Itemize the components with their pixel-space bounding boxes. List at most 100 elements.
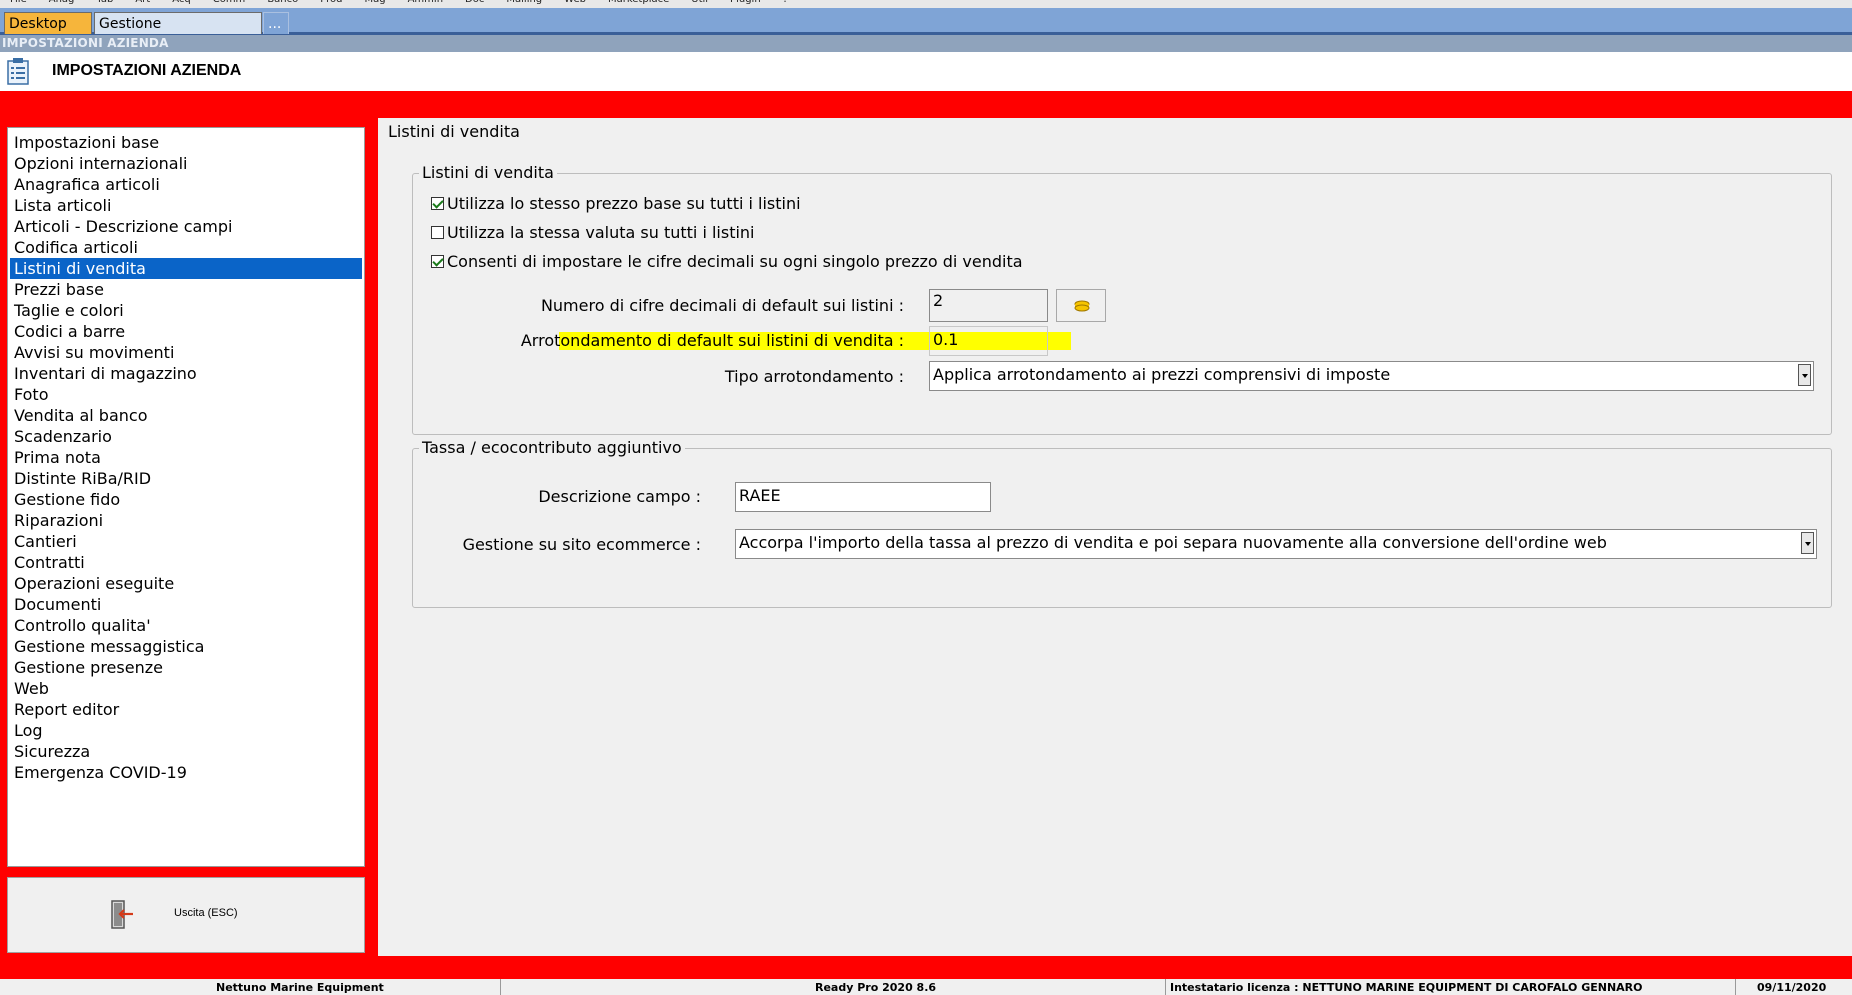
page-title: IMPOSTAZIONI AZIENDA [52,62,242,79]
field-description-label: Descrizione campo : [538,487,701,506]
sidebar-item[interactable]: Scadenzario [10,426,362,447]
status-date: 09/11/2020 [1757,981,1827,994]
exit-door-icon [111,900,133,929]
menu-item[interactable]: Marketplace [608,0,669,5]
sidebar-item[interactable]: Gestione presenze [10,657,362,678]
sidebar-item[interactable]: Avvisi su movimenti [10,342,362,363]
chevron-down-icon[interactable] [1801,532,1814,554]
status-divider [1735,979,1736,995]
default-rounding-field[interactable]: 0.1 [929,326,1048,356]
tab-more[interactable]: ... [263,12,289,34]
sidebar-item[interactable]: Opzioni internazionali [10,153,362,174]
ecommerce-handling-select[interactable]: Accorpa l'importo della tassa al prezzo … [735,529,1817,559]
status-company: Nettuno Marine Equipment [216,981,384,994]
panel-title: Listini di vendita [388,122,520,141]
rounding-type-label: Tipo arrotondamento : [724,367,904,386]
rounding-type-value: Applica arrotondamento ai prezzi compren… [933,365,1391,384]
sidebar-item[interactable]: Emergenza COVID-19 [10,762,362,783]
menu-item[interactable]: Util [691,0,708,5]
chevron-down-icon[interactable] [1798,364,1811,386]
status-divider [500,979,501,995]
decimal-per-price-label: Consenti di impostare le cifre decimali … [447,252,1023,271]
menu-item[interactable]: Art [135,0,150,5]
sidebar-item[interactable]: Anagrafica articoli [10,174,362,195]
sidebar-item[interactable]: Taglie e colori [10,300,362,321]
sidebar-item[interactable]: Impostazioni base [10,132,362,153]
window-caption: IMPOSTAZIONI AZIENDA [0,35,1852,52]
tab-desktop[interactable]: Desktop (2) [4,12,92,54]
checkbox-row-decimal-per-price[interactable]: Consenti di impostare le cifre decimali … [431,251,1023,273]
menu-item[interactable]: Tab [96,0,113,5]
field-description-input[interactable]: RAEE [735,482,991,512]
exit-button-label: Uscita (ESC) [174,907,238,919]
groupbox-tassa: Tassa / ecocontributo aggiuntivo Descriz… [412,437,1832,608]
menu-item[interactable]: File [10,0,27,5]
settings-clipboard-icon [7,58,29,85]
settings-panel: Listini di vendita Listini di vendita Ut… [378,118,1852,956]
menu-item[interactable]: Ammin [408,0,443,5]
sidebar-item[interactable]: Lista articoli [10,195,362,216]
coins-icon [1074,300,1090,312]
default-rounding-label: Arrotondamento di default sui listini di… [520,331,904,350]
menu-item[interactable]: Acq [172,0,191,5]
ecommerce-handling-value: Accorpa l'importo della tassa al prezzo … [739,533,1607,552]
sidebar-item[interactable]: Sicurezza [10,741,362,762]
sidebar-item[interactable]: Distinte RiBa/RID [10,468,362,489]
groupbox-listini-legend: Listini di vendita [419,162,557,184]
sidebar-item[interactable]: Gestione messaggistica [10,636,362,657]
edit-decimals-button[interactable] [1056,289,1106,322]
sidebar-item[interactable]: Log [10,720,362,741]
checkbox-row-same-base-price[interactable]: Utilizza lo stesso prezzo base su tutti … [431,193,801,215]
status-bar: Nettuno Marine Equipment Ready Pro 2020 … [0,979,1852,995]
sidebar-item[interactable]: Riparazioni [10,510,362,531]
sidebar-item[interactable]: Documenti [10,594,362,615]
sidebar-item[interactable]: Controllo qualita' [10,615,362,636]
sidebar-item[interactable]: Foto [10,384,362,405]
checkbox-row-same-currency[interactable]: Utilizza la stessa valuta su tutti i lis… [431,222,755,244]
groupbox-tassa-legend: Tassa / ecocontributo aggiuntivo [419,437,685,459]
sidebar-item[interactable]: Vendita al banco [10,405,362,426]
menu-item[interactable]: ? [783,0,788,5]
menu-item[interactable]: Web [564,0,586,5]
menu-item[interactable]: Banco [267,0,298,5]
decimal-per-price-checkbox[interactable] [431,255,444,268]
sidebar-item[interactable]: Contratti [10,552,362,573]
groupbox-listini: Listini di vendita Utilizza lo stesso pr… [412,162,1832,435]
same-currency-label: Utilizza la stessa valuta su tutti i lis… [447,223,755,242]
status-product: Ready Pro 2020 8.6 [815,981,937,994]
same-currency-checkbox[interactable] [431,226,444,239]
settings-category-list[interactable]: Impostazioni base Opzioni internazionali A… [7,127,365,867]
sidebar-item[interactable]: Prezzi base [10,279,362,300]
menu-item[interactable]: Anag [49,0,75,5]
sidebar-item[interactable]: Report editor [10,699,362,720]
sidebar-item[interactable]: Codici a barre [10,321,362,342]
status-divider [1165,979,1166,995]
menu-item[interactable]: Plugin [730,0,761,5]
sidebar-item[interactable]: Listini di vendita [10,258,362,279]
menu-item[interactable]: Mag [364,0,385,5]
exit-button[interactable]: Uscita (ESC) [7,877,365,953]
sidebar-item[interactable]: Codifica articoli [10,237,362,258]
sidebar-item[interactable]: Gestione fido [10,489,362,510]
sidebar-item[interactable]: Cantieri [10,531,362,552]
default-decimals-label: Numero di cifre decimali di default sui … [540,296,904,315]
tab-gestione-messaggistica[interactable]: Gestione messaggistica [94,12,262,54]
menu-bar: File Anag Tab Art Acq Comm Banco Prod Mag Ammin Do… [0,0,1852,8]
ecommerce-handling-label: Gestione su sito ecommerce : [462,535,701,554]
sidebar-item[interactable]: Inventari di magazzino [10,363,362,384]
page-header: IMPOSTAZIONI AZIENDA [0,52,1852,91]
sidebar-item[interactable]: Prima nota [10,447,362,468]
menu-item[interactable]: Doc [465,0,484,5]
same-base-price-checkbox[interactable] [431,197,444,210]
tab-strip: Desktop (2) Gestione messaggistica ... [0,8,1852,54]
menu-item[interactable]: Mailing [506,0,542,5]
sidebar-item[interactable]: Operazioni eseguite [10,573,362,594]
same-base-price-label: Utilizza lo stesso prezzo base su tutti … [447,194,801,213]
default-decimals-field[interactable]: 2 [929,289,1048,322]
sidebar-item[interactable]: Articoli - Descrizione campi [10,216,362,237]
rounding-type-select[interactable]: Applica arrotondamento ai prezzi compren… [929,361,1814,391]
menu-item[interactable]: Comm [213,0,246,5]
menu-item[interactable]: Prod [320,0,342,5]
status-licensee: Intestatario licenza : NETTUNO MARINE EQ… [1170,981,1643,994]
sidebar-item[interactable]: Web [10,678,362,699]
